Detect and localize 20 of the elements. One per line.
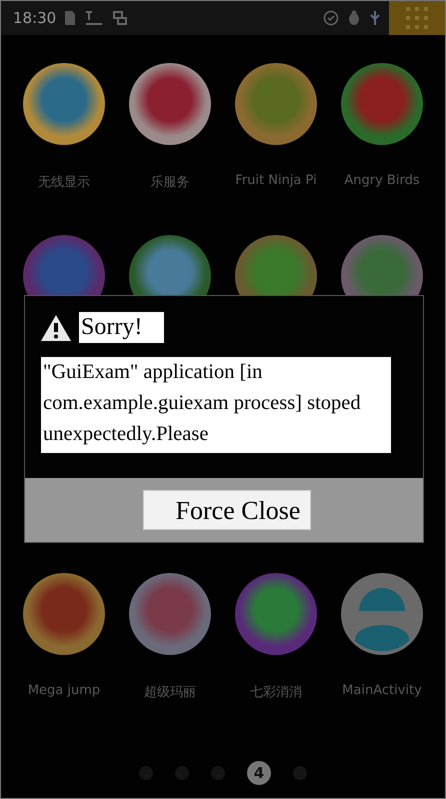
app-label: MainActivity (342, 683, 422, 698)
force-close-button[interactable]: Force Close (142, 490, 312, 530)
dialog-title: Sorry! (79, 312, 164, 343)
app-label: Mega jump (28, 683, 100, 698)
avatar-icon[interactable] (341, 573, 423, 655)
usb-icon (369, 10, 381, 26)
sim-card-icon (64, 10, 76, 26)
app-label: 乐服务 (150, 174, 190, 191)
app-label: 七彩消消 (250, 684, 302, 701)
dialog-message: "GuiExam" application [in com.example.guiexam process] stoped unexpectedly.Please (41, 357, 391, 453)
notification-grid-icon (389, 1, 445, 35)
app-label: Angry Birds (344, 173, 420, 188)
shield-icon (323, 10, 339, 26)
warning-icon (39, 312, 73, 342)
page-dot[interactable]: 4 (247, 761, 271, 785)
app-label: Fruit Ninja Pi (235, 173, 317, 188)
app-label: 无线显示 (38, 174, 90, 191)
status-time: 18:30 (13, 9, 56, 27)
app-label: 超级玛丽 (144, 684, 196, 701)
data-transfer-icon (112, 10, 128, 26)
